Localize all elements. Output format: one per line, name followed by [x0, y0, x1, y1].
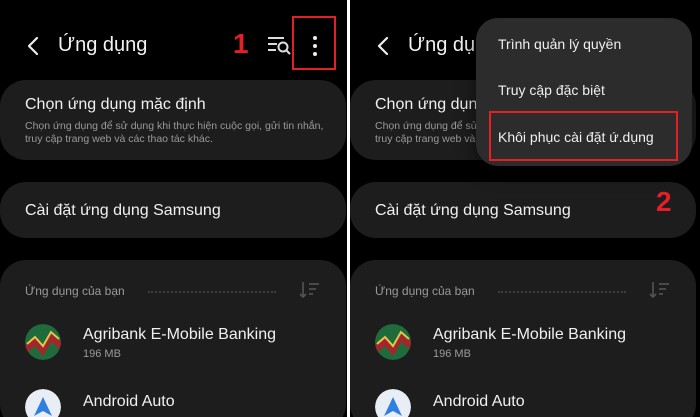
step-2-highlight — [489, 111, 678, 161]
your-apps-section-title: Ứng dụng của bạn — [375, 284, 475, 298]
app-name: Agribank E-Mobile Banking — [433, 326, 626, 343]
step-2-label: 2 — [656, 186, 672, 217]
samsung-app-settings-title: Cài đặt ứng dụng Samsung — [375, 202, 571, 219]
default-apps-card[interactable]: Chọn ứng dụng mặc định Chọn ứng dụng để … — [0, 80, 346, 160]
step-1-label: 1 — [233, 28, 249, 59]
your-apps-section-title: Ứng dụng của bạn — [25, 284, 125, 298]
back-arrow-icon[interactable] — [372, 34, 396, 58]
back-arrow-icon[interactable] — [22, 34, 46, 58]
screen-right: Ứng dụng Chọn ứng dụng mặc định Chọn ứng… — [350, 0, 700, 417]
search-list-icon[interactable] — [266, 34, 292, 56]
app-size: 196 MB — [83, 348, 121, 360]
samsung-app-settings-card[interactable]: Cài đặt ứng dụng Samsung — [0, 182, 346, 238]
app-name: Android Auto — [83, 393, 175, 410]
samsung-app-settings-title: Cài đặt ứng dụng Samsung — [25, 202, 221, 219]
menu-item-permission-manager[interactable]: Trình quản lý quyền — [498, 36, 621, 52]
your-apps-card: Ứng dụng của bạn Agribank E-Mobile Banki… — [0, 260, 346, 417]
android-auto-app-icon — [25, 389, 61, 417]
your-apps-card: Ứng dụng của bạn Agribank E-Mobile Banki… — [350, 260, 696, 417]
app-name: Agribank E-Mobile Banking — [83, 326, 276, 343]
agribank-app-icon — [25, 324, 61, 360]
default-apps-description: Chọn ứng dụng để sử dụng khi thực hiện c… — [25, 120, 324, 145]
app-name: Android Auto — [433, 393, 525, 410]
menu-item-special-access[interactable]: Truy cập đặc biệt — [498, 82, 605, 98]
screen-left: Ứng dụng 1 Chọn ứng dụng mặc định Chọn ứ… — [0, 0, 350, 417]
page-title: Ứng dụng — [58, 34, 148, 56]
agribank-app-icon — [375, 324, 411, 360]
sort-icon[interactable] — [648, 280, 670, 300]
section-divider — [148, 291, 276, 293]
samsung-app-settings-card[interactable]: Cài đặt ứng dụng Samsung — [350, 182, 696, 238]
sort-icon[interactable] — [298, 280, 320, 300]
android-auto-app-icon — [375, 389, 411, 417]
default-apps-title: Chọn ứng dụng mặc định — [25, 96, 206, 113]
app-size: 196 MB — [433, 348, 471, 360]
section-divider — [498, 291, 626, 293]
step-1-highlight — [292, 16, 336, 70]
